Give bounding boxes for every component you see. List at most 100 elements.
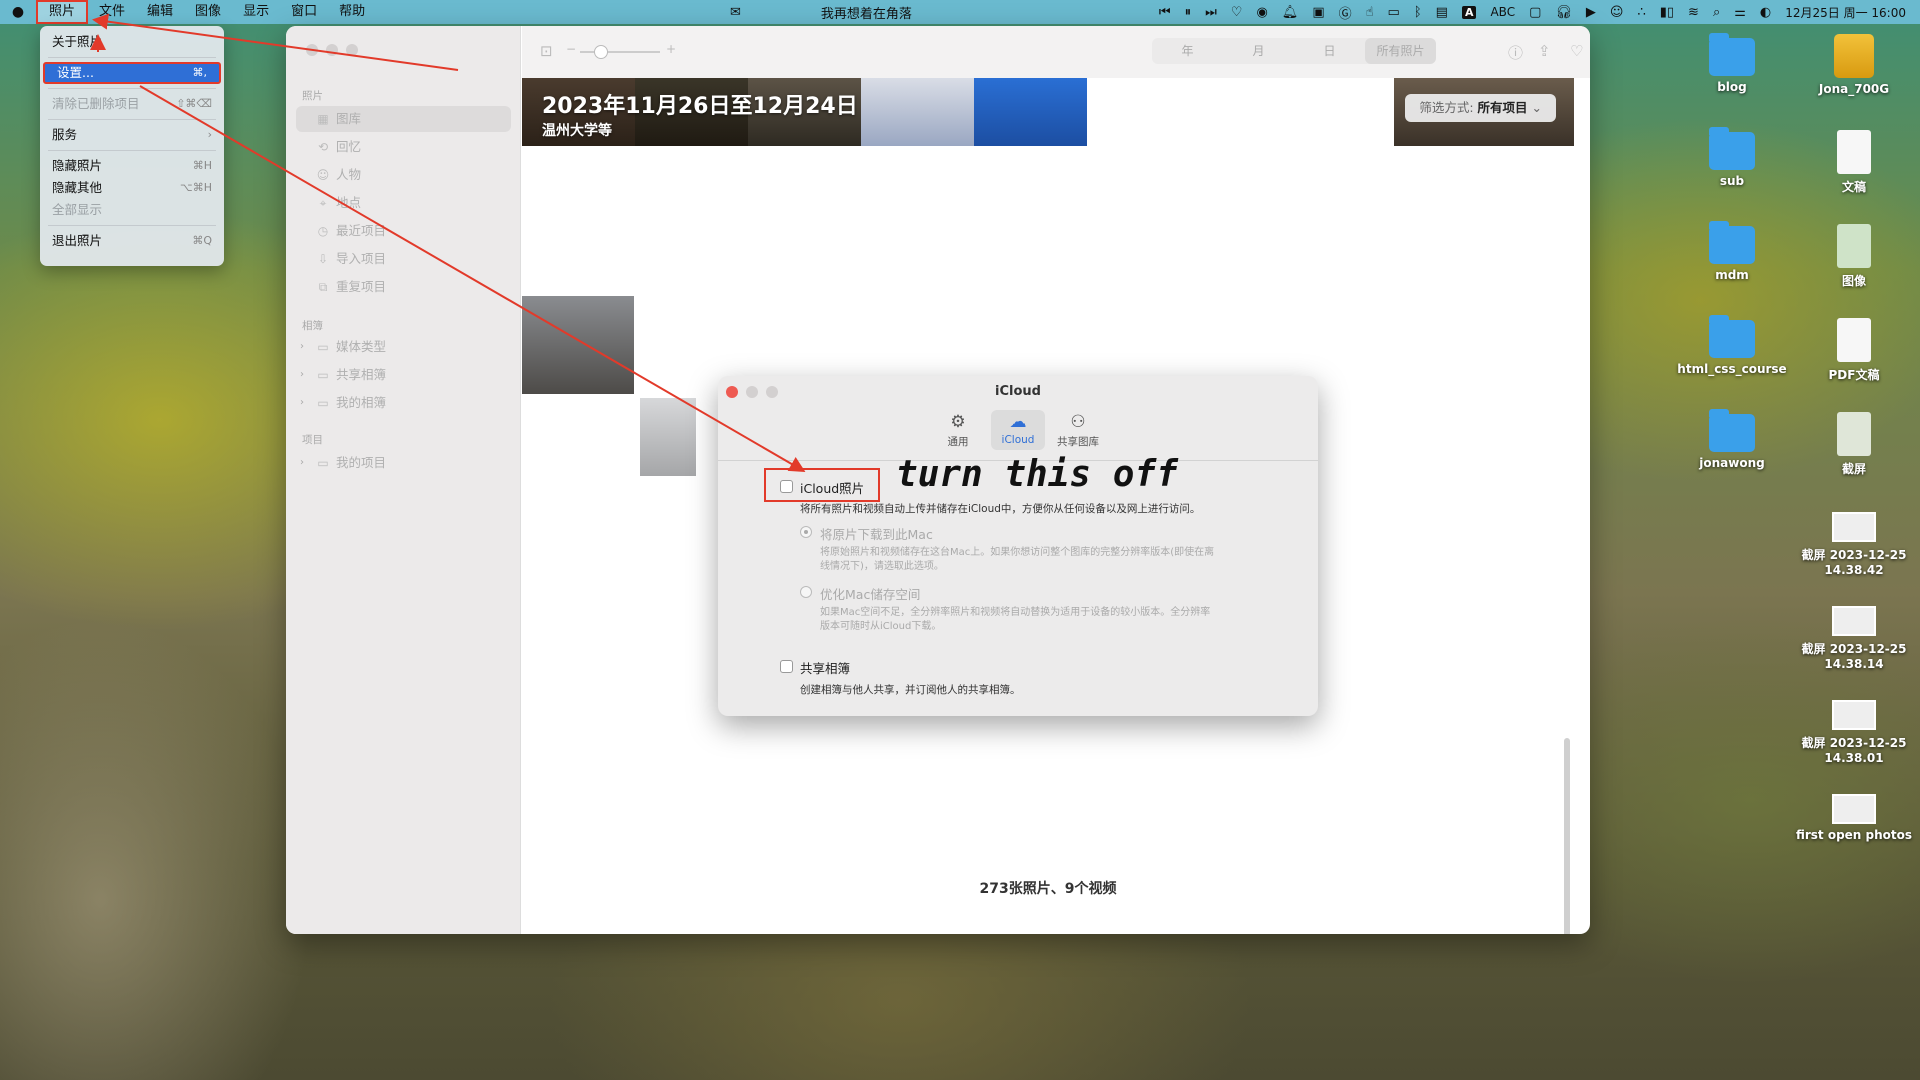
scrollbar[interactable] bbox=[1564, 738, 1570, 934]
photo-thumbnail[interactable] bbox=[522, 296, 634, 394]
sidebar-item-label: 最近项目 bbox=[336, 223, 387, 238]
tab-icloud[interactable]: ☁ iCloud bbox=[991, 410, 1045, 450]
display-icon[interactable]: ▭ bbox=[1388, 5, 1400, 20]
chevron-right-icon[interactable]: › bbox=[300, 390, 304, 416]
tab-years[interactable]: 年 bbox=[1152, 38, 1223, 64]
spotlight-search-icon[interactable]: ⌕ bbox=[1713, 5, 1720, 20]
desktop-icon-documents[interactable]: 文稿 bbox=[1794, 130, 1914, 195]
chevron-right-icon[interactable]: › bbox=[300, 334, 304, 360]
zoom-in-icon[interactable]: + bbox=[666, 42, 676, 56]
menu-item-settings[interactable]: 设置... ⌘, bbox=[43, 62, 221, 84]
shared-albums-checkbox[interactable] bbox=[780, 660, 793, 673]
filter-dropdown[interactable]: 筛选方式: 所有项目 ⌄ bbox=[1405, 94, 1556, 122]
menu-item-hide-photos[interactable]: 隐藏照片 ⌘H bbox=[40, 155, 224, 177]
sidebar-item-memories[interactable]: ⟲ 回忆 bbox=[296, 134, 511, 160]
previous-track-icon[interactable]: ⏮ bbox=[1159, 5, 1171, 20]
heart-icon[interactable]: ♡ bbox=[1231, 5, 1243, 20]
menu-help[interactable]: 帮助 bbox=[328, 0, 376, 24]
activity-icon[interactable]: ∴ bbox=[1637, 5, 1645, 20]
tab-months[interactable]: 月 bbox=[1223, 38, 1294, 64]
grammarly-icon[interactable]: Ⓖ bbox=[1339, 3, 1352, 22]
desktop-icon-html-css-course[interactable]: html_css_course bbox=[1672, 315, 1792, 376]
chevron-right-icon[interactable]: › bbox=[300, 362, 304, 388]
info-icon[interactable]: ⓘ bbox=[1508, 42, 1523, 63]
window-manager-icon[interactable]: ▤ bbox=[1436, 5, 1448, 20]
desktop-icon-first-open-photos[interactable]: first open photos bbox=[1794, 794, 1914, 842]
desktop-icon-pdf-documents[interactable]: PDF文稿 bbox=[1794, 318, 1914, 383]
menu-file[interactable]: 文件 bbox=[88, 0, 136, 24]
control-center-icon[interactable]: ⚌ bbox=[1734, 5, 1746, 20]
desktop-icon-blog[interactable]: blog bbox=[1672, 33, 1792, 94]
notification-bell-icon[interactable]: 🔔︎ bbox=[1282, 5, 1299, 20]
gesture-icon[interactable]: ☝ bbox=[1366, 5, 1374, 20]
menu-view[interactable]: 显示 bbox=[232, 0, 280, 24]
photo-thumbnail[interactable] bbox=[974, 78, 1087, 146]
desktop-icon-screenshot-3[interactable]: 截屏 2023-12-25 14.38.01 bbox=[1794, 700, 1914, 765]
tab-all-photos[interactable]: 所有照片 bbox=[1365, 38, 1436, 64]
sidebar-item-my-albums[interactable]: › ▭ 我的相簿 bbox=[296, 390, 511, 416]
apple-menu-icon[interactable]: ● bbox=[0, 4, 36, 20]
sidebar-item-library[interactable]: ▦ 图库 bbox=[296, 106, 511, 132]
menu-item-quit[interactable]: 退出照片 ⌘Q bbox=[40, 230, 224, 252]
wechat-icon[interactable]: ✉ bbox=[730, 5, 741, 20]
minimize-button[interactable] bbox=[326, 44, 338, 56]
close-button[interactable] bbox=[306, 44, 318, 56]
bluetooth-icon[interactable]: ᛒ bbox=[1414, 5, 1422, 20]
menu-edit[interactable]: 编辑 bbox=[136, 0, 184, 24]
external-drive-icon bbox=[1834, 34, 1874, 78]
siri-icon[interactable]: ◐ bbox=[1760, 5, 1771, 20]
desktop-icon-mdm[interactable]: mdm bbox=[1672, 221, 1792, 282]
menu-item-services[interactable]: 服务 › bbox=[40, 124, 224, 146]
headphones-icon[interactable]: 🎧︎ bbox=[1555, 5, 1572, 20]
battery-icon[interactable]: ▮▯ bbox=[1660, 5, 1674, 20]
wifi-icon[interactable]: ≋ bbox=[1688, 5, 1699, 20]
desktop-icon-screenshots[interactable]: 截屏 bbox=[1794, 412, 1914, 477]
zoom-button[interactable] bbox=[346, 44, 358, 56]
sidebar-item-label: 导入项目 bbox=[336, 251, 387, 266]
screen-mirroring-icon[interactable]: ▢ bbox=[1529, 5, 1541, 20]
menu-photos[interactable]: 照片 bbox=[36, 0, 89, 24]
sidebar-item-places[interactable]: ⌖ 地点 bbox=[296, 190, 511, 216]
sidebar-item-imports[interactable]: ⇩ 导入项目 bbox=[296, 246, 511, 272]
tab-general[interactable]: ⚙ 通用 bbox=[931, 410, 985, 450]
user-icon[interactable]: ☺ bbox=[1610, 5, 1624, 20]
input-badge-icon[interactable]: A bbox=[1461, 5, 1477, 19]
sidebar-item-my-projects[interactable]: › ▭ 我的项目 bbox=[296, 450, 511, 476]
play-circle-icon[interactable]: ▶ bbox=[1586, 5, 1596, 20]
desktop-icon-drive[interactable]: Jona_700G bbox=[1794, 34, 1914, 96]
tab-shared-library[interactable]: ⚇ 共享图库 bbox=[1051, 410, 1105, 450]
menu-window[interactable]: 窗口 bbox=[280, 0, 328, 24]
chevron-down-icon: ⌄ bbox=[1531, 100, 1542, 115]
desktop-icon-jonawong[interactable]: jonawong bbox=[1672, 409, 1792, 470]
chevron-right-icon[interactable]: › bbox=[300, 450, 304, 476]
sidebar-item-shared-albums[interactable]: › ▭ 共享相簿 bbox=[296, 362, 511, 388]
desktop-icon-images[interactable]: 图像 bbox=[1794, 224, 1914, 289]
sidebar: 照片 ▦ 图库 ⟲ 回忆 ☺ 人物 ⌖ 地点 ◷ 最近项目 ⇩ 导入项目 ⧉ 重复项目 相簿 … bbox=[286, 26, 521, 934]
sidebar-item-recents[interactable]: ◷ 最近项目 bbox=[296, 218, 511, 244]
tab-days[interactable]: 日 bbox=[1294, 38, 1365, 64]
menu-item-about[interactable]: 关于照片 bbox=[40, 31, 224, 53]
desktop-icon-screenshot-2[interactable]: 截屏 2023-12-25 14.38.14 bbox=[1794, 606, 1914, 671]
favorite-heart-icon[interactable]: ♡ bbox=[1570, 42, 1583, 60]
menu-image[interactable]: 图像 bbox=[184, 0, 232, 24]
desktop-icon-screenshot-1[interactable]: 截屏 2023-12-25 14.38.42 bbox=[1794, 512, 1914, 577]
slideshow-icon[interactable]: ⊡ bbox=[540, 42, 553, 60]
sidebar-item-media-types[interactable]: › ▭ 媒体类型 bbox=[296, 334, 511, 360]
notes-app-icon[interactable]: ▣ bbox=[1312, 5, 1324, 20]
pause-icon[interactable]: ⏸ bbox=[1185, 5, 1192, 20]
sidebar-item-duplicates[interactable]: ⧉ 重复项目 bbox=[296, 274, 511, 300]
next-track-icon[interactable]: ⏭ bbox=[1205, 5, 1217, 20]
photo-thumbnail[interactable] bbox=[861, 78, 974, 146]
photo-thumbnail[interactable] bbox=[640, 398, 696, 476]
zoom-slider-thumb[interactable] bbox=[594, 45, 608, 59]
menu-item-shortcut: ⌥⌘H bbox=[180, 181, 212, 194]
share-icon[interactable]: ⇪ bbox=[1538, 42, 1551, 60]
netease-icon[interactable]: ◉ bbox=[1256, 5, 1267, 20]
clock[interactable]: 12月25日 周一 16:00 bbox=[1785, 4, 1906, 21]
desktop-icon-sub[interactable]: sub bbox=[1672, 127, 1792, 188]
zoom-out-icon[interactable]: − bbox=[566, 42, 576, 56]
zoom-slider[interactable] bbox=[580, 45, 660, 59]
menu-item-hide-others[interactable]: 隐藏其他 ⌥⌘H bbox=[40, 177, 224, 199]
input-method-label[interactable]: ABC bbox=[1490, 5, 1515, 19]
sidebar-item-people[interactable]: ☺ 人物 bbox=[296, 162, 511, 188]
